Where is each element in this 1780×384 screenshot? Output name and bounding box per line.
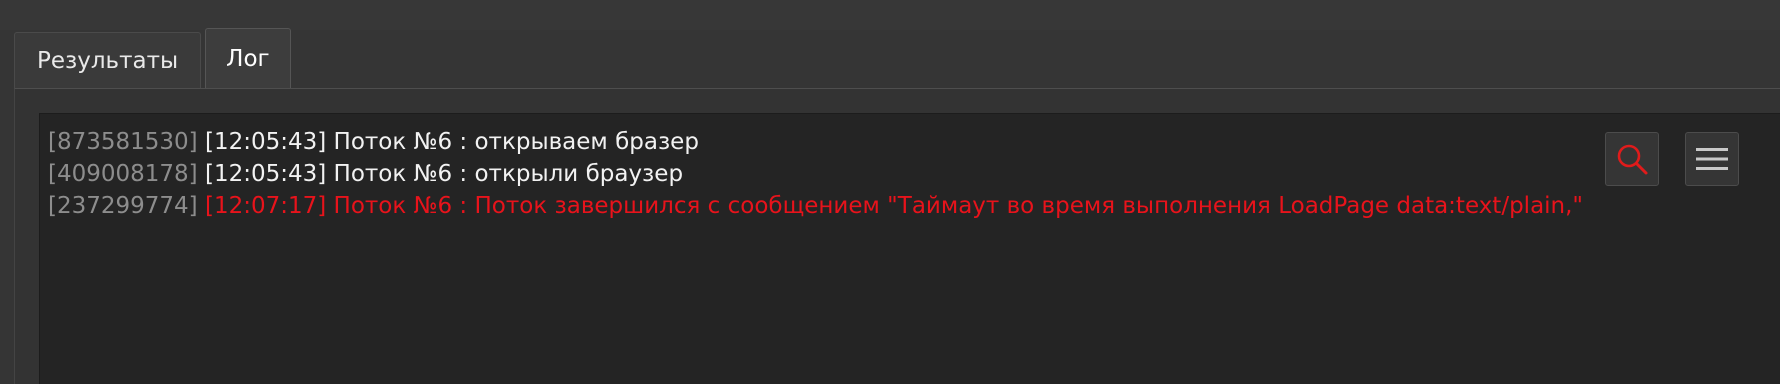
log-line-text: [12:05:43] Поток №6 : открыли браузер bbox=[204, 161, 684, 187]
log-line-id: [237299774] bbox=[48, 193, 198, 219]
tab-bar: Результаты Лог bbox=[14, 28, 295, 89]
log-panel: [873581530] [12:05:43] Поток №6 : открыв… bbox=[14, 88, 1780, 384]
tab-log[interactable]: Лог bbox=[205, 28, 291, 89]
log-line: [873581530] [12:05:43] Поток №6 : открыв… bbox=[48, 126, 1780, 158]
log-line: [409008178] [12:05:43] Поток №6 : открыл… bbox=[48, 158, 1780, 190]
log-line-id: [873581530] bbox=[48, 129, 198, 155]
search-icon bbox=[1617, 144, 1648, 175]
log-line-text: [12:05:43] Поток №6 : открываем бразер bbox=[204, 129, 699, 155]
app-window: Результаты Лог [873581530] [12:05:43] По… bbox=[0, 0, 1780, 384]
log-view[interactable]: [873581530] [12:05:43] Поток №6 : открыв… bbox=[39, 113, 1780, 384]
log-line-text: [12:07:17] Поток №6 : Поток завершился с… bbox=[204, 193, 1584, 219]
search-button[interactable] bbox=[1605, 132, 1659, 186]
menu-button[interactable] bbox=[1685, 132, 1739, 186]
log-line-error: [237299774] [12:07:17] Поток №6 : Поток … bbox=[48, 190, 1780, 222]
tab-results[interactable]: Результаты bbox=[14, 32, 202, 89]
top-strip bbox=[0, 0, 1780, 30]
log-line-id: [409008178] bbox=[48, 161, 198, 187]
hamburger-menu-icon bbox=[1696, 148, 1728, 170]
